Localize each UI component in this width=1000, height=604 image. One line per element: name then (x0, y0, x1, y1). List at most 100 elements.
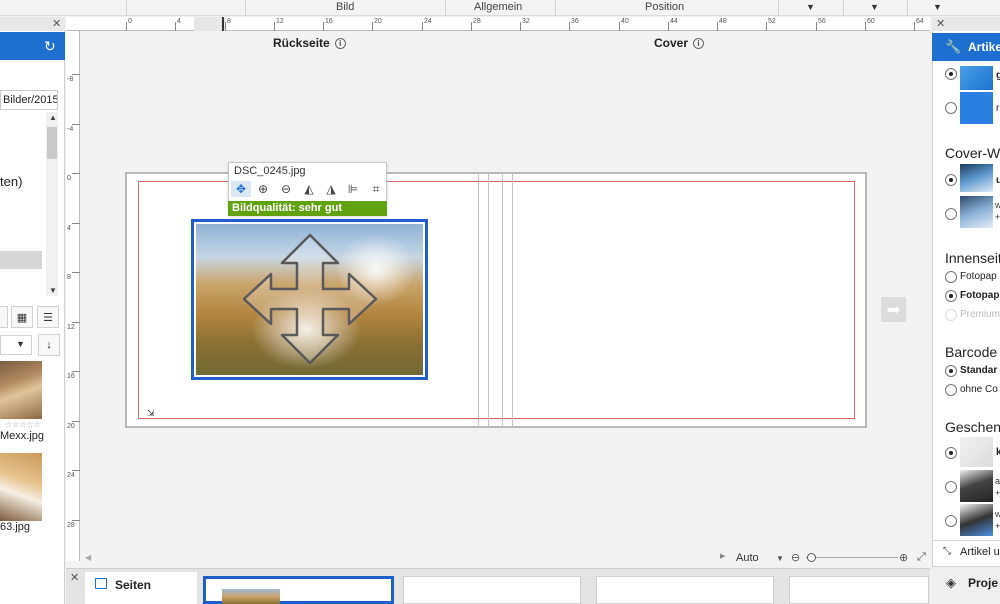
scrollbar-thumb[interactable] (47, 127, 57, 159)
article-overview-link[interactable]: Artikel u (960, 546, 1000, 558)
move-arrows-icon[interactable] (240, 232, 380, 369)
inner-pages-radio[interactable] (945, 290, 957, 302)
ruler-tick-label: 16 (67, 373, 75, 380)
wrench-icon: 🔧 (945, 39, 962, 54)
page-thumbnail[interactable] (789, 576, 929, 604)
rating-stars[interactable]: ☆☆☆☆☆ (5, 420, 41, 429)
ruler-tick-label: 32 (522, 18, 530, 25)
zoom-dropdown[interactable]: Auto (736, 552, 759, 564)
barcode-option[interactable]: ohne Co (960, 384, 998, 395)
ruler-tick (323, 22, 324, 31)
menu-dropdown-icon[interactable]: ▼ (870, 2, 879, 12)
gift-radio[interactable] (945, 481, 957, 493)
ruler-tick-label: 36 (571, 18, 579, 25)
gift-radio[interactable] (945, 515, 957, 527)
flip-vertical-icon[interactable]: ◮ (321, 181, 341, 197)
spine-guide (512, 173, 513, 427)
material-radio[interactable] (945, 68, 957, 80)
scroll-down-icon[interactable]: ▼ (49, 286, 57, 295)
zoom-in-icon[interactable]: ⊕ (253, 181, 273, 197)
gift-swatch[interactable] (960, 504, 993, 536)
barcode-option[interactable]: Standar (960, 365, 997, 376)
material-option-label: r (996, 103, 1000, 114)
ruler-tick-label: 0 (67, 175, 71, 182)
barcode-radio[interactable] (945, 384, 957, 396)
spine-guide (502, 173, 503, 427)
page-thumbnail[interactable] (596, 576, 774, 604)
fit-to-screen-icon[interactable]: ⤢ (917, 551, 926, 564)
resize-handle-icon[interactable]: ⇲ (147, 408, 155, 419)
info-icon[interactable]: i (334, 38, 346, 49)
zoom-slider-track[interactable] (806, 557, 898, 558)
sort-order-button[interactable]: ↓ (38, 334, 60, 356)
menu-dropdown-icon[interactable]: ▼ (933, 2, 942, 12)
next-page-arrow-icon[interactable]: ➡ (881, 297, 906, 322)
inner-pages-radio[interactable] (945, 271, 957, 283)
inner-pages-option[interactable]: Fotopap (960, 290, 999, 301)
menu-tab-position[interactable]: Position (645, 1, 684, 13)
chevron-down-icon[interactable]: ▼ (776, 554, 784, 563)
zoom-in-icon[interactable]: ⊕ (899, 551, 908, 564)
refresh-icon[interactable]: ↻ (44, 38, 56, 55)
ruler-tick (274, 22, 275, 31)
gift-swatch[interactable] (960, 437, 993, 467)
ruler-tick-label: 48 (719, 18, 727, 25)
cover-finish-radio[interactable] (945, 174, 957, 186)
ruler-tick-label: -4 (67, 126, 74, 133)
ruler-tick-label: 40 (621, 18, 629, 25)
material-radio[interactable] (945, 102, 957, 114)
zoom-out-icon[interactable]: ⊖ (791, 551, 800, 564)
barcode-radio[interactable] (945, 365, 957, 377)
material-option-label: g (996, 70, 1000, 81)
close-icon[interactable]: ✕ (70, 571, 79, 584)
close-icon[interactable]: ✕ (936, 17, 945, 30)
gift-radio[interactable] (945, 447, 957, 459)
photo-thumbnail[interactable] (0, 453, 42, 521)
ruler-marker (222, 17, 224, 31)
front-cover-label: Cover i (654, 36, 705, 50)
inner-pages-option[interactable]: Premium (960, 309, 1000, 320)
gift-swatch[interactable] (960, 470, 993, 502)
crop-icon[interactable]: ⌗ (366, 181, 386, 197)
cover-finish-heading: Cover-Wa (945, 145, 1000, 161)
menu-separator (843, 0, 844, 16)
folder-tree-selected[interactable] (0, 251, 42, 269)
menu-tab-allgemein[interactable]: Allgemein (474, 1, 522, 13)
inner-pages-option[interactable]: Fotopap (960, 271, 997, 282)
view-button[interactable] (0, 306, 8, 328)
inner-pages-radio[interactable] (945, 309, 957, 321)
menu-dropdown-icon[interactable]: ▼ (806, 2, 815, 12)
flip-horizontal-icon[interactable]: ◭ (299, 181, 319, 197)
close-icon[interactable]: ✕ (52, 17, 61, 30)
scroll-up-icon[interactable]: ▲ (49, 113, 57, 122)
divider (932, 540, 1000, 541)
chevron-down-icon[interactable]: ▼ (16, 339, 25, 349)
collapse-icon[interactable]: ⤡ (943, 546, 951, 557)
cover-finish-radio[interactable] (945, 208, 957, 220)
move-tool-icon[interactable]: ✥ (231, 181, 251, 197)
zoom-slider-handle[interactable] (807, 553, 816, 562)
menu-tab-bild[interactable]: Bild (336, 1, 354, 13)
photo-thumbnail[interactable] (0, 361, 42, 419)
project-label[interactable]: Proje (968, 576, 998, 590)
folder-tree-item[interactable]: ten) (0, 174, 22, 189)
align-icon[interactable]: ⊫ (343, 181, 363, 197)
scroll-right-icon[interactable]: ▶ (720, 552, 725, 560)
cover-finish-swatch[interactable] (960, 164, 993, 192)
ruler-tick (72, 173, 80, 174)
ruler-tick-label: 8 (227, 18, 231, 25)
folder-path-field[interactable]: Bilder/2015/ (0, 90, 58, 110)
page-thumbnail[interactable] (403, 576, 581, 604)
material-swatch[interactable] (960, 66, 993, 90)
material-swatch[interactable] (960, 92, 993, 124)
scroll-left-icon[interactable]: ◀ (85, 553, 91, 562)
list-view-button[interactable]: ☰ (37, 306, 59, 328)
back-cover-label: Rückseite i (273, 36, 346, 50)
info-icon[interactable]: i (693, 38, 705, 49)
grid-view-button[interactable]: ▦ (11, 306, 33, 328)
ruler-tick-label: 12 (276, 18, 284, 25)
cover-finish-swatch[interactable] (960, 196, 993, 228)
back-cover-title: Rückseite (273, 36, 330, 50)
ruler-tick (816, 22, 817, 31)
zoom-out-icon[interactable]: ⊖ (276, 181, 296, 197)
